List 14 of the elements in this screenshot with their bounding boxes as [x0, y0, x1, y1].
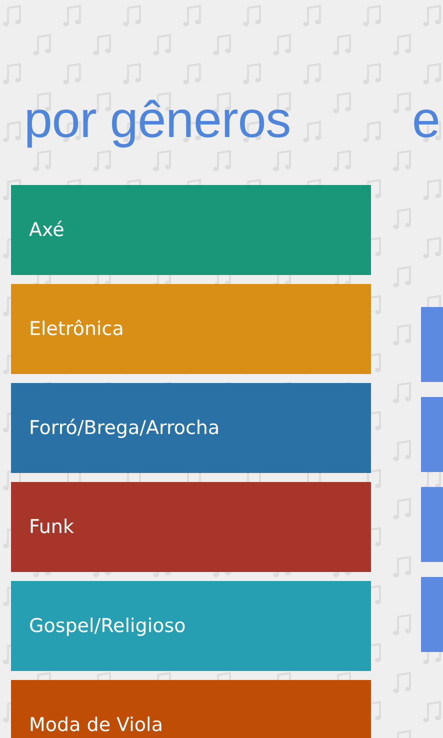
genre-tile[interactable]: Funk: [11, 482, 371, 572]
genre-tile[interactable]: Eletrônica: [11, 284, 371, 374]
section-heading: e: [412, 90, 440, 150]
genre-label: Forró/Brega/Arrocha: [29, 417, 220, 439]
genre-tile[interactable]: Gospel/Religioso: [11, 581, 371, 671]
genre-tile[interactable]: Moda de Viola: [11, 680, 371, 738]
genre-label: Gospel/Religioso: [29, 615, 186, 637]
genre-label: Eletrônica: [29, 318, 124, 340]
genre-tile[interactable]: Axé: [11, 185, 371, 275]
genre-tile[interactable]: Forró/Brega/Arrocha: [11, 383, 371, 473]
genre-label: Funk: [29, 516, 74, 538]
genre-label: Moda de Viola: [29, 714, 163, 736]
section-heading: por gêneros: [24, 90, 292, 150]
genre-label: Axé: [29, 219, 64, 241]
